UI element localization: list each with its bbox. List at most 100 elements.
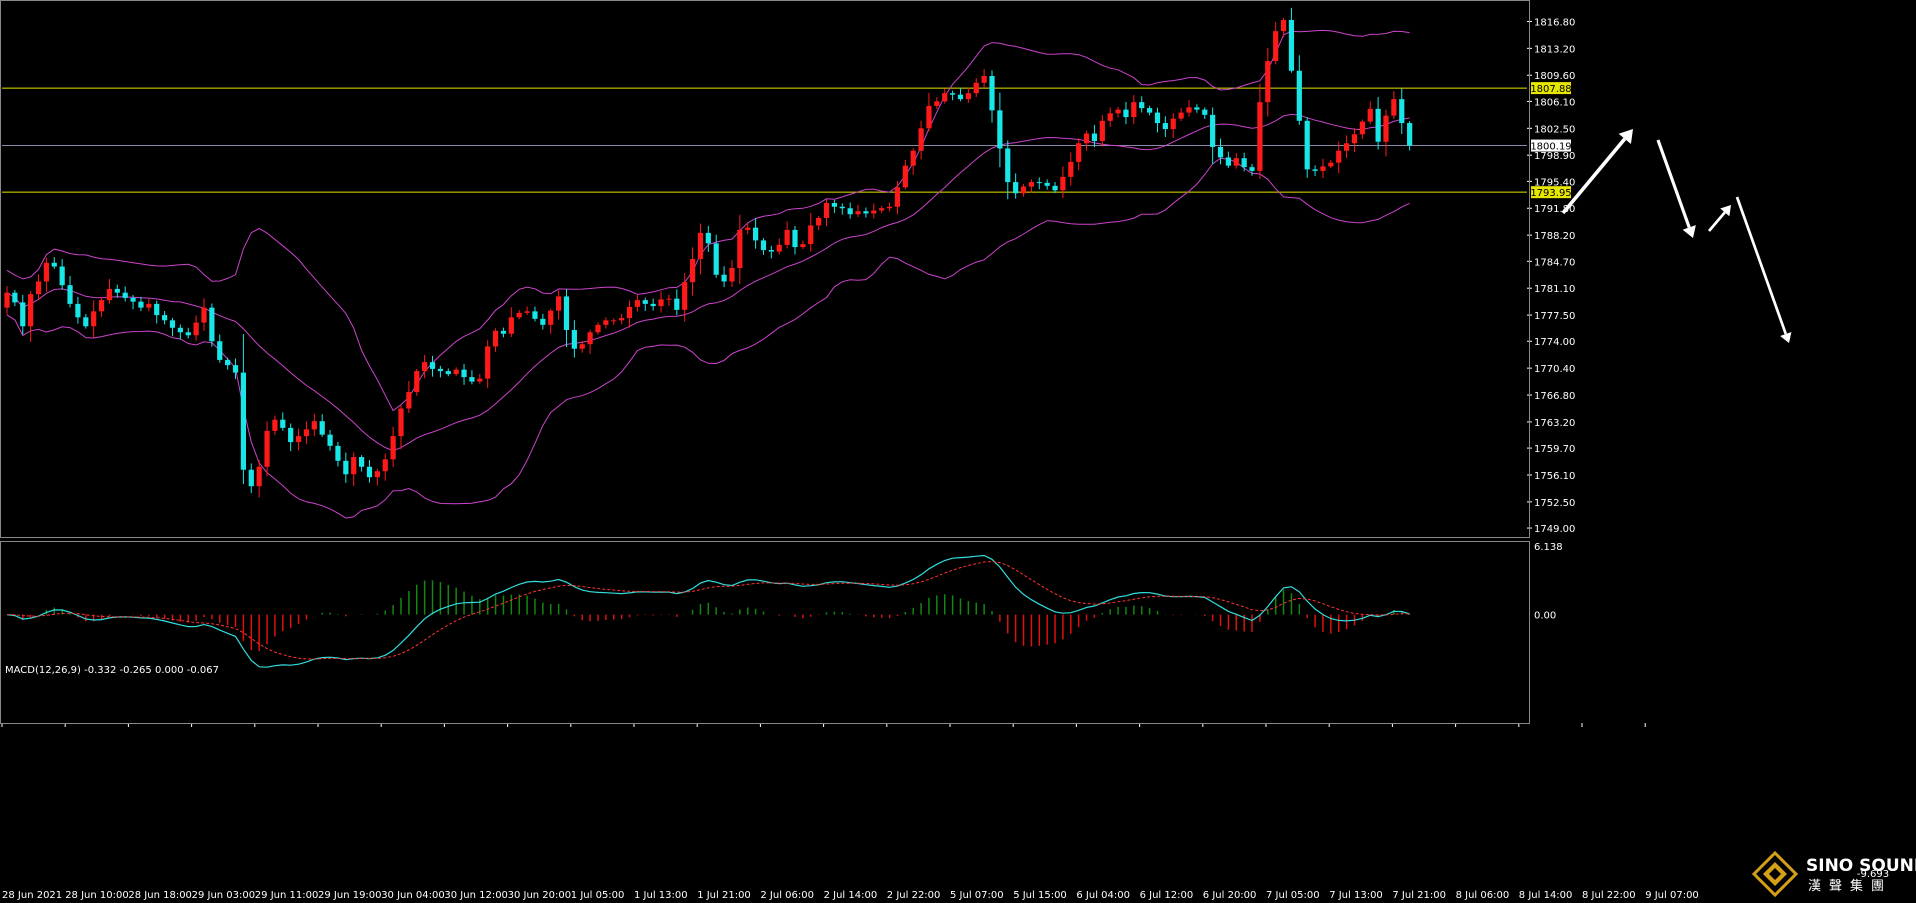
candle-body [902,165,908,188]
candle-body [1241,158,1247,168]
candle-body [1107,113,1113,121]
candle-body [595,324,601,333]
candle-body [1210,114,1216,147]
candle-body [855,211,861,215]
macd-legend-label: MACD(12,26,9) -0.332 -0.265 0.000 -0.067 [5,665,219,676]
candle-body [689,259,696,283]
time-tick-label: 29 Jun 19:00 [318,890,382,901]
candle-body [351,457,357,475]
candle-body [650,303,656,307]
time-tick-label: 1 Jul 21:00 [697,890,751,901]
candle-body [185,332,191,336]
candle-body [634,300,640,307]
time-tick-label: 29 Jun 11:00 [255,890,319,901]
time-tick-label: 30 Jun 04:00 [381,890,445,901]
candle-body [642,300,648,304]
candle-body [1359,121,1365,135]
time-tick-label: 2 Jul 06:00 [760,890,814,901]
candle-body [500,330,507,334]
candle-body [177,327,183,333]
candle-body [319,421,325,435]
candle-body [894,187,901,207]
candle-body [776,244,782,252]
candle-body [792,229,798,248]
candle-body [138,301,144,308]
candle-body [193,322,199,336]
time-tick-label: 2 Jul 22:00 [887,890,941,901]
candle-body [1320,166,1326,171]
candle-body [1005,148,1011,183]
brand-name-cn: 漢聲集團 [1808,878,1892,894]
candle-body [1178,112,1184,119]
candle-body [1383,115,1389,142]
time-tick-label: 5 Jul 15:00 [1013,890,1067,901]
candle-body [1351,134,1358,144]
candle-body [1344,143,1350,151]
candle-body [926,105,932,129]
candle-body [1131,102,1137,118]
candle-body [1233,158,1239,166]
candle-body [485,346,491,379]
candle-body [122,292,128,298]
candle-body [1162,123,1168,130]
candle-body [1367,108,1373,122]
candle-body [1304,120,1310,170]
candle-body [1147,108,1153,113]
candle-body [1336,150,1342,163]
time-tick-label: 28 Jun 10:00 [65,890,129,901]
candle-body [1052,185,1058,191]
price-tick-label: 1749.00 [1534,524,1575,535]
candle-body [934,101,940,106]
candle-body [611,320,617,322]
chart-window: 1807.88 1800.19 1793.95 1816.80 1813.20 1809.… [0,0,1916,903]
candle-body [619,318,625,321]
candle-body [957,94,964,100]
candle-body [461,369,467,378]
candle-body [67,285,73,304]
candle-body [429,362,436,369]
candle-body [437,368,443,372]
price-tick-label: 1791.80 [1534,204,1575,215]
candle-body [327,434,333,446]
candle-body [1312,169,1318,171]
candle-body [981,75,987,83]
candle-body [847,208,853,215]
candle-body [453,369,459,375]
time-tick-label: 29 Jun 03:00 [192,890,256,901]
time-tick-label: 6 Jul 12:00 [1140,890,1194,901]
candle-body [1257,102,1263,171]
candle-body [146,303,152,308]
price-tick-label: 1802.50 [1534,124,1575,135]
candle-body [886,206,893,209]
candle-body [1328,162,1334,167]
price-tick-label: 1809.60 [1534,71,1575,82]
price-tick-label: 1759.70 [1534,444,1575,455]
candle-body [760,240,767,251]
time-tick-label: 2 Jul 14:00 [824,890,878,901]
candle-body [75,303,81,318]
candle-body [59,266,65,286]
time-tick-label: 30 Jun 20:00 [508,890,572,901]
candle-body [445,371,451,375]
time-tick-label: 8 Jul 22:00 [1582,890,1636,901]
candle-body [1076,143,1082,162]
price-tick-label: 1763.20 [1534,418,1575,429]
price-tick-label: 1806.10 [1534,97,1575,108]
time-tick-label: 28 Jun 18:00 [128,890,192,901]
candle-body [831,203,837,207]
candle-body [217,341,223,360]
candle-body [343,460,349,475]
candle-body [1399,99,1405,124]
candle-body [1028,182,1034,187]
candle-body [1217,146,1224,158]
candle-body [532,311,538,319]
candle-body [989,75,995,111]
candle-body [232,365,239,373]
candle-body [4,292,10,308]
candle-body [311,421,317,430]
price-chart[interactable]: 1807.881800.191793.951816.801813.201809.… [0,0,1916,903]
candle-body [666,298,672,300]
candle-body [1288,19,1295,71]
candle-body [863,211,869,214]
time-tick-label: 30 Jun 12:00 [444,890,508,901]
